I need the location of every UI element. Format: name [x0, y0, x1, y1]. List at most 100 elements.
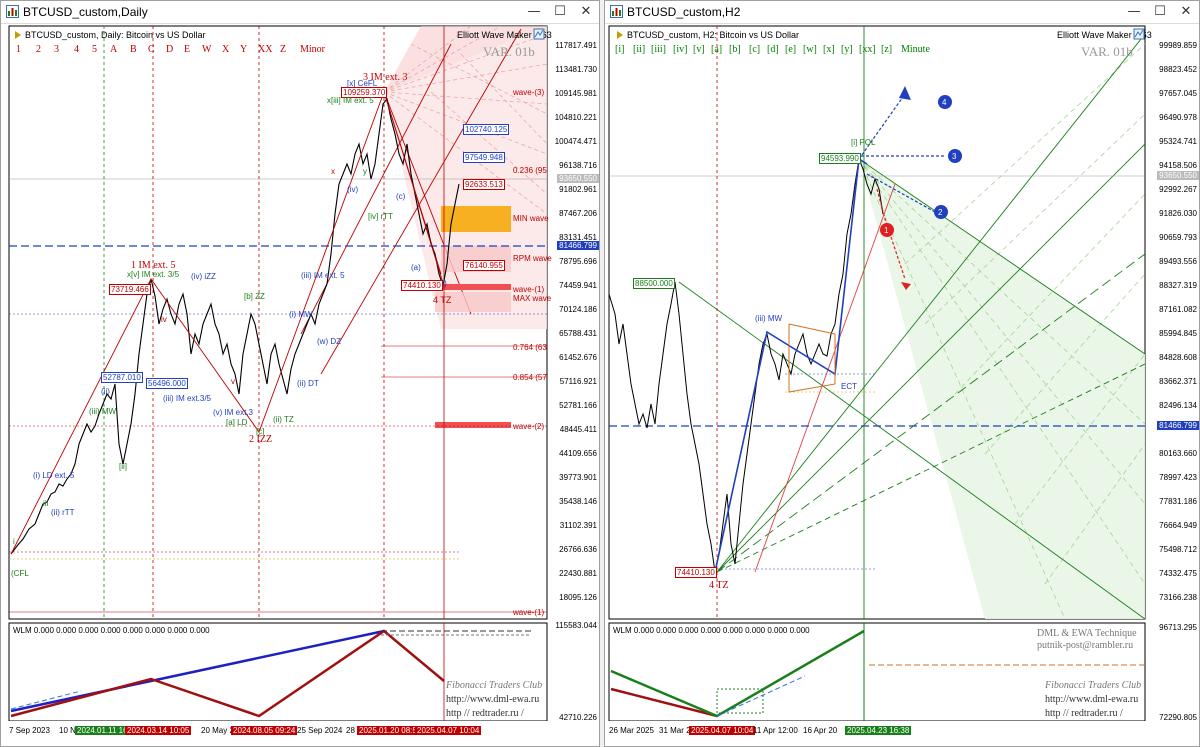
left-watermark-2: http://www.dml-ewa.ru [446, 694, 540, 705]
wave4-label: 4 TZ [433, 295, 452, 305]
price-box-52787: 52787.010 [101, 372, 143, 383]
price-box-74410: 74410.130 [675, 567, 717, 578]
left-symbol-info: BTCUSD_custom, Daily: Bitcoin vs US Doll… [25, 30, 206, 40]
svg-text:(ii): (ii) [101, 387, 110, 396]
price-box-73719: 73719.466 [109, 284, 151, 295]
right-chart-window[interactable]: BTCUSD_custom,H2 — ☐ ✕ 4 3 2 1 BTCUSD_cu… [604, 0, 1200, 747]
lbl-iv-rtt: [iv] rTT [368, 212, 393, 221]
svg-text:iv: iv [161, 315, 167, 324]
minimize-icon[interactable]: — [521, 3, 547, 21]
wave2-zone [435, 422, 511, 428]
svg-text:iii: iii [43, 499, 49, 508]
lbl-c: [c] [256, 427, 265, 436]
right-watermark-3: http // redtrader.ru / [1045, 708, 1123, 719]
lbl-i-pol: [i] POL [851, 138, 876, 147]
wave4-label: 4 TZ [709, 580, 729, 591]
right-window-title: BTCUSD_custom,H2 [627, 5, 741, 19]
email-label: putnik-post@rambler.ru [1037, 640, 1134, 651]
lbl-v-im5: x[v] IM ext. 3/5 [127, 270, 180, 279]
svg-text:(iv): (iv) [347, 185, 358, 194]
rpm-wave-label: RPM wave [513, 254, 552, 263]
point-3-text: 3 [952, 152, 957, 161]
price-box-76140: 76140.955 [463, 260, 505, 271]
lbl-v-im: (v) IM ext.3 [213, 408, 254, 417]
lbl-iii-mw: (iii) MW [89, 407, 117, 416]
plugin-icon [533, 28, 545, 40]
point-2-text: 2 [938, 208, 943, 217]
price-box-56496: 56496.000 [146, 378, 188, 389]
lbl-b-zz: [b] ZZ [244, 292, 265, 301]
chart-window-icon [610, 5, 623, 18]
right-var-label: VAR. 01b [1081, 44, 1133, 59]
min-wave-label: MIN wave [513, 214, 549, 223]
right-main-chart[interactable]: 4 3 2 1 BTCUSD_custom, H2: Bitcoin vs US… [605, 24, 1199, 746]
lbl-iii-im3: x[iii] IM ext. 5 [327, 96, 374, 105]
left-wlm-label: WLM 0.000 0.000 0.000 0.000 0.000 0.000 … [13, 626, 210, 635]
fib-0764: 0.764 (63 [513, 343, 547, 352]
svg-text:y: y [363, 167, 367, 176]
plugin-icon [1133, 28, 1145, 40]
lbl-iii-im2: (iii) IM ext. 5 [301, 271, 345, 280]
right-wlm-label: WLM 0.000 0.000 0.000 0.000 0.000 0.000 … [613, 626, 810, 635]
lbl-ect: ECT [841, 382, 857, 391]
wave-1b-label: wave-(1) [513, 608, 545, 617]
right-date-axis[interactable]: 26 Mar 2025 31 Mar 20 2025.04.07 10:04 1… [605, 724, 1199, 744]
symbol-arrow-icon [15, 31, 21, 39]
point-4-text: 4 [942, 98, 947, 107]
symbol-arrow-icon [617, 31, 623, 39]
left-watermark-3: http // redtrader.ru / [446, 708, 524, 719]
right-titlebar[interactable]: BTCUSD_custom,H2 — ☐ ✕ [605, 1, 1199, 24]
svg-text:i: i [13, 537, 15, 546]
lbl-iii-im: (iii) IM ext.3/5 [163, 394, 212, 403]
left-bid-price: 93650.550 [557, 174, 599, 183]
maximize-icon[interactable]: ☐ [547, 3, 573, 21]
left-watermark-1: Fibonacci Traders Club [446, 680, 543, 691]
price-box-92633: 92633.513 [463, 179, 505, 190]
cfl-label: (CFL [11, 569, 29, 578]
lbl-x-cefl: [x] CeFL [347, 79, 378, 88]
left-current-level: 81466.799 [557, 241, 599, 250]
lbl-w-dz: (w) DZ [317, 337, 341, 346]
lbl-ii-tz: (ii) TZ [273, 415, 294, 424]
left-sub-axis-bottom: 42710.226 [559, 713, 597, 722]
close-icon[interactable]: ✕ [573, 3, 599, 21]
lbl-iv-izz: (iv) iZZ [191, 272, 216, 281]
right-bid-price: 93650.550 [1157, 171, 1199, 180]
price-box-102740: 102740.125 [463, 124, 510, 135]
svg-text:[ii]: [ii] [119, 462, 127, 471]
left-date-axis[interactable]: 7 Sep 2023 10 No 2024.01.11 16 2024.03.1… [1, 724, 599, 744]
close-icon[interactable]: ✕ [1173, 3, 1199, 21]
technique-label: DML & EWA Technique [1037, 628, 1137, 639]
price-box-88500: 88500.000 [633, 278, 675, 289]
wave-2-label: wave-(2) [513, 422, 545, 431]
lbl-ii-dt: (ii) DT [297, 379, 319, 388]
lbl-i-mw: (i) MW [289, 310, 313, 319]
point-1-text: 1 [884, 226, 889, 235]
left-chart-window[interactable]: BTCUSD_custom,Daily — ☐ ✕ i iii (ii) [ii… [0, 0, 600, 747]
fib-0854: 0.854 (57 [513, 373, 547, 382]
wave-1-label: wave-(1) [513, 285, 545, 294]
maximize-icon[interactable]: ☐ [1147, 3, 1173, 21]
left-titlebar[interactable]: BTCUSD_custom,Daily — ☐ ✕ [1, 1, 599, 24]
max-wave-label: MAX wave [513, 294, 552, 303]
left-sub-axis-top: 115583.044 [555, 621, 597, 630]
price-box-94593: 94593.990 [819, 153, 861, 164]
right-watermark-2: http://www.dml-ewa.ru [1045, 694, 1139, 705]
minimize-icon[interactable]: — [1121, 3, 1147, 21]
left-window-title: BTCUSD_custom,Daily [23, 5, 148, 19]
right-watermark-1: Fibonacci Traders Club [1045, 680, 1142, 691]
price-box-97549: 97549.948 [463, 152, 505, 163]
fib-0236: 0.236 (95 [513, 166, 547, 175]
price-box-74410: 74410.130 [401, 280, 443, 291]
svg-text:x: x [331, 167, 335, 176]
lbl-ii-rtt: (ii) rTT [51, 508, 75, 517]
left-wlm-subwindow[interactable] [1, 621, 600, 721]
lbl-a-ld: [a] LD [226, 418, 248, 427]
wave-3-label: wave-(3) [513, 88, 545, 97]
svg-text:(a): (a) [411, 263, 421, 272]
left-main-chart[interactable]: i iii (ii) [ii] iv v x (iv) y (c) (a) (b… [1, 24, 600, 746]
lbl-iii-mw: (iii) MW [755, 314, 783, 323]
lbl-i-ld: (i) LD ext. 5 [33, 471, 75, 480]
chart-window-icon [6, 5, 19, 18]
svg-text:v: v [231, 377, 235, 386]
